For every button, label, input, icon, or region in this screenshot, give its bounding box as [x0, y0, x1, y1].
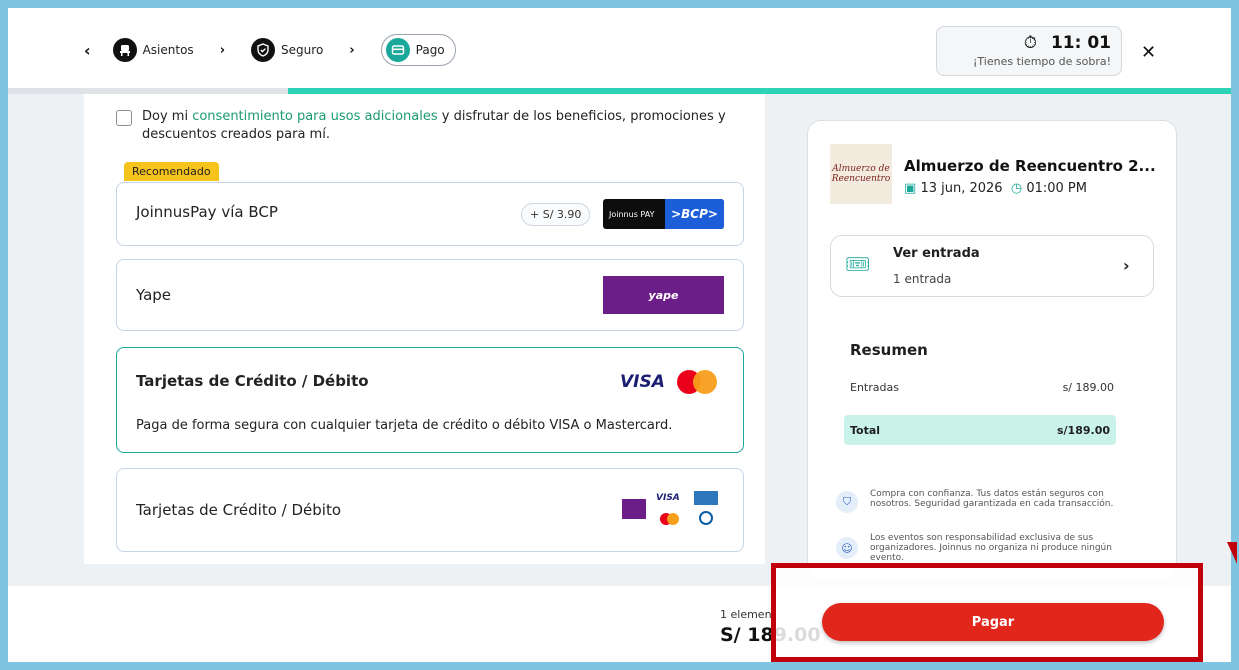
trust-note: Compra con confianza. Tus datos están se… [870, 489, 1114, 509]
items-count: 1 element [720, 608, 776, 621]
consent-text: Doy mi consentimiento para usos adiciona… [142, 108, 736, 144]
seat-icon [112, 38, 137, 62]
step-label: Pago [415, 43, 445, 57]
pay-button[interactable]: Pagar [822, 603, 1164, 641]
header: ‹ Asientos › Seguro › Pago ⏱ 11: 01 ¡Tie… [8, 8, 1231, 88]
clock-icon: ◷ [1010, 181, 1023, 196]
fee-badge: + S/ 3.90 [521, 203, 591, 226]
red-marker [1227, 542, 1237, 564]
mastercard-logo [677, 370, 719, 394]
timer-subtitle: ¡Tienes tiempo de sobra! [972, 55, 1111, 68]
visa-logo: VISA [620, 372, 665, 392]
event-date: 13 jun, 2026 [920, 181, 1003, 196]
card-brands-logo: VISA [622, 489, 722, 529]
info-icon: ☺ [836, 537, 858, 559]
chevron-right-icon: › [349, 42, 355, 58]
countdown-timer: ⏱ 11: 01 ¡Tienes tiempo de sobra! [936, 26, 1122, 76]
consent-link[interactable]: consentimiento para usos adicionales [192, 109, 437, 124]
chevron-left-icon[interactable]: ‹ [84, 41, 91, 60]
payment-option-joinnuspay[interactable]: JoinnusPay vía BCP + S/ 3.90 Joinnus PAY… [116, 182, 744, 246]
event-datetime: ▣ 13 jun, 2026 ◷ 01:00 PM [904, 181, 1087, 196]
stepper: ‹ Asientos › Seguro › Pago [84, 34, 456, 66]
calendar-icon: ▣ [904, 181, 917, 196]
amex-logo [694, 491, 718, 505]
entradas-label: Entradas [850, 381, 899, 394]
summary-card: Almuerzo de Reencuentro Almuerzo de Reen… [807, 120, 1177, 580]
step-label: Asientos [142, 43, 194, 57]
diners-logo [699, 511, 713, 525]
summary-entradas-row: Entradas s/ 189.00 [850, 381, 1114, 394]
ticket-icon: 🎟 [845, 252, 871, 276]
total-label: Total [850, 424, 881, 437]
yape-logo [622, 499, 646, 519]
event-image-text: Almuerzo de Reencuentro [831, 164, 891, 184]
ticket-title: Ver entrada [893, 246, 980, 261]
payment-option-yape[interactable]: Yape yape [116, 259, 744, 331]
entradas-value: s/ 189.00 [1062, 381, 1114, 394]
joinnuspay-bcp-logo: Joinnus PAY >BCP> [603, 199, 724, 229]
total-value: s/189.00 [1056, 424, 1110, 437]
recommended-badge: Recomendado [124, 162, 219, 181]
event-time: 01:00 PM [1026, 181, 1087, 196]
close-icon[interactable]: ✕ [1141, 42, 1156, 63]
shield-icon: ⛉ [836, 491, 858, 513]
view-ticket-button[interactable]: 🎟 Ver entrada 1 entrada › [830, 235, 1154, 297]
bcp-logo-text: >BCP> [665, 199, 724, 229]
yape-logo: yape [603, 276, 724, 314]
credit-card-icon [385, 38, 410, 62]
payment-option-cards-other[interactable]: Tarjetas de Crédito / Débito VISA [116, 468, 744, 552]
shield-check-icon [251, 38, 276, 62]
highlight-box: Pagar [771, 563, 1203, 662]
chevron-right-icon: › [1123, 256, 1130, 275]
event-title: Almuerzo de Reencuentro 2... [904, 157, 1156, 175]
consent-checkbox[interactable] [116, 110, 132, 126]
summary-total-row: Total s/189.00 [844, 415, 1116, 445]
payment-option-title: Yape [136, 286, 172, 304]
payment-option-description: Paga de forma segura con cualquier tarje… [136, 418, 673, 433]
step-seguro[interactable]: Seguro [251, 38, 323, 62]
step-pago[interactable]: Pago [380, 34, 456, 66]
step-asientos[interactable]: Asientos [112, 38, 194, 62]
payment-option-cards-selected[interactable]: Tarjetas de Crédito / Débito VISA Paga d… [116, 347, 744, 453]
event-image: Almuerzo de Reencuentro [830, 144, 892, 204]
consent-row: Doy mi consentimiento para usos adiciona… [116, 108, 736, 144]
disclaimer-note: Los eventos son responsabilidad exclusiv… [870, 533, 1112, 563]
chevron-right-icon: › [219, 42, 226, 58]
step-label: Seguro [281, 43, 324, 57]
ticket-count: 1 entrada [893, 272, 952, 286]
stopwatch-icon: ⏱ [1023, 33, 1037, 53]
payment-option-title: JoinnusPay vía BCP [136, 203, 278, 221]
visa-logo: VISA [656, 493, 680, 503]
payment-option-title: Tarjetas de Crédito / Débito [136, 501, 342, 519]
timer-value: 11: 01 [1050, 33, 1111, 53]
payment-methods-panel: Doy mi consentimiento para usos adiciona… [84, 94, 765, 564]
payment-option-title: Tarjetas de Crédito / Débito [136, 372, 369, 390]
summary-panel: Almuerzo de Reencuentro Almuerzo de Reen… [765, 94, 1231, 580]
summary-title: Resumen [850, 341, 928, 359]
joinnus-logo-text: Joinnus PAY [609, 209, 655, 219]
consent-text-before: Doy mi [142, 109, 193, 124]
